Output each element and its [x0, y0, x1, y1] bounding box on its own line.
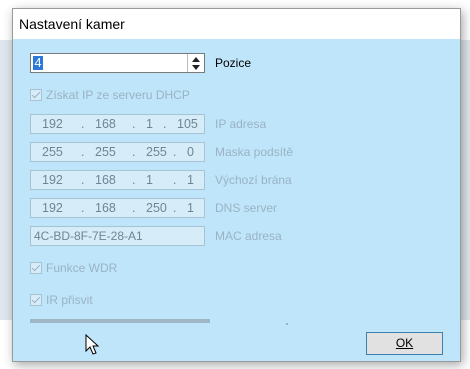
mouse-cursor-icon	[85, 334, 100, 355]
ir-label: IR přisvit	[46, 293, 93, 307]
mask-dot: .	[173, 145, 177, 159]
ip-octet-3: 1	[146, 117, 153, 131]
dns-dot: .	[173, 201, 177, 215]
mask-dot: .	[132, 145, 136, 159]
position-label: Pozice	[215, 56, 252, 70]
mac-address-label: MAC adresa	[215, 229, 282, 243]
dhcp-label: Získat IP ze serveru DHCP	[46, 88, 190, 102]
ip-octet-1: 192	[42, 117, 63, 131]
ok-button-label: OK	[395, 336, 414, 350]
dns-octet-1: 192	[42, 201, 63, 215]
gateway-label: Výchozí brána	[215, 173, 292, 187]
slider-tick	[286, 323, 288, 325]
dhcp-checkbox[interactable]	[30, 89, 42, 101]
dialog-client-area: 4 Pozice Získat IP ze serveru DHCP 192 .…	[13, 39, 460, 361]
gw-octet-4: 1	[187, 173, 194, 187]
gw-dot: .	[132, 173, 136, 187]
gw-octet-2: 168	[95, 173, 116, 187]
ip-octet-4: 105	[177, 117, 198, 131]
dns-label: DNS server	[215, 201, 278, 215]
gw-dot: .	[81, 173, 85, 187]
dns-octet-3: 250	[146, 201, 167, 215]
gw-octet-3: 1	[146, 173, 153, 187]
mask-dot: .	[81, 145, 85, 159]
ip-address-field[interactable]: 192 . 168 . 1 . 105	[30, 114, 205, 134]
mask-octet-1: 255	[42, 145, 63, 159]
camera-settings-dialog: Nastavení kamer 4 Pozice Získat IP ze se…	[12, 8, 461, 362]
spinner-arrows[interactable]	[187, 54, 204, 72]
dns-dot: .	[132, 201, 136, 215]
ip-dot: .	[81, 117, 85, 131]
mac-address-field[interactable]: 4C-BD-8F-7E-28-A1	[30, 226, 205, 246]
subnet-mask-field[interactable]: 255 . 255 . 255 . 0	[30, 142, 205, 162]
gateway-field[interactable]: 192 . 168 . 1 . 1	[30, 170, 205, 190]
gw-octet-1: 192	[42, 173, 63, 187]
subnet-mask-label: Maska podsítě	[215, 145, 294, 159]
ip-dot: .	[132, 117, 136, 131]
mask-octet-2: 255	[95, 145, 116, 159]
dns-field[interactable]: 192 . 168 . 250 . 1	[30, 198, 205, 218]
dns-octet-2: 168	[95, 201, 116, 215]
mask-octet-4: 0	[187, 145, 194, 159]
wdr-checkbox[interactable]	[30, 262, 42, 274]
dialog-title: Nastavení kamer	[13, 9, 460, 39]
wdr-label: Funkce WDR	[46, 261, 118, 275]
ip-address-label: IP adresa	[215, 117, 267, 131]
ip-octet-2: 168	[95, 117, 116, 131]
position-spinner[interactable]: 4	[30, 53, 205, 73]
position-value[interactable]: 4	[33, 56, 43, 70]
ir-checkbox[interactable]	[30, 294, 42, 306]
ip-dot: .	[163, 117, 167, 131]
ir-slider[interactable]	[30, 319, 210, 323]
dns-octet-4: 1	[187, 201, 194, 215]
background-app-strip	[0, 40, 12, 320]
ok-button[interactable]: OK	[366, 332, 443, 355]
spin-up-icon[interactable]	[192, 57, 200, 62]
gw-dot: .	[173, 173, 177, 187]
mask-octet-3: 255	[146, 145, 167, 159]
dns-dot: .	[81, 201, 85, 215]
spin-down-icon[interactable]	[192, 65, 200, 70]
